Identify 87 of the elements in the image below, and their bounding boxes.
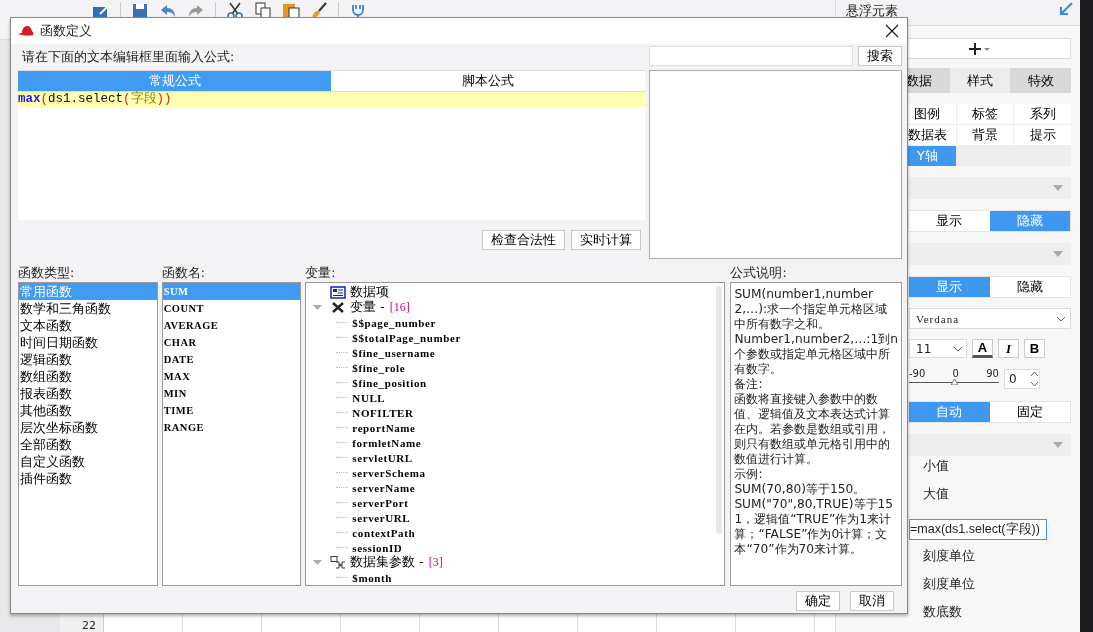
scrollbar[interactable] — [716, 286, 723, 534]
paste-icon[interactable] — [282, 2, 300, 20]
action-button[interactable]: 检查合法性 — [481, 230, 565, 250]
tick-label: 0 — [952, 368, 959, 379]
tree-item[interactable]: reportName — [352, 421, 416, 434]
caret-icon[interactable] — [1053, 442, 1063, 448]
panel-tab[interactable]: 样式 — [949, 68, 1011, 93]
tree-item[interactable]: $fine_username — [352, 346, 436, 359]
tree-item[interactable]: NULL — [352, 391, 386, 404]
prompt-text: 请在下面的文本编辑框里面输入公式: — [21, 48, 236, 66]
search-field[interactable] — [648, 46, 853, 66]
plug-icon[interactable] — [349, 2, 367, 20]
option-label: 小值 — [922, 457, 950, 475]
search-button[interactable]: 搜索 — [858, 46, 902, 66]
toggle-option[interactable]: 固定 — [989, 402, 1070, 422]
tree-item[interactable]: serverName — [352, 481, 416, 494]
dialog-title: 函数定义 — [40, 22, 93, 40]
sub-tab[interactable]: 背景 — [956, 125, 1014, 145]
hat-icon — [17, 24, 34, 38]
tree-item[interactable]: 数据项 — [350, 284, 390, 301]
font-dropdown[interactable]: Verdana — [909, 308, 1071, 329]
description-paragraph: 函数将直接键入参数中的数值、逻辑值及文本表达式计算在内。若参数是数组或引用，则只有数组或单元格引用中的数值进行计算。 — [734, 392, 892, 467]
caret-icon[interactable] — [1053, 185, 1063, 191]
chevron-icon — [953, 345, 963, 352]
tree-item[interactable]: $$page_number — [352, 316, 436, 329]
save-icon[interactable] — [131, 2, 149, 20]
formula-field[interactable]: =max(ds1.select(字段)) — [909, 519, 1047, 540]
tree-item[interactable]: formletName — [352, 436, 422, 449]
caret-icon[interactable] — [1053, 251, 1063, 257]
tree-item[interactable]: servletURL — [352, 451, 413, 464]
italic-button[interactable]: I — [998, 339, 1019, 358]
column-label: 公式说明: — [730, 264, 788, 282]
option-label: 数底数 — [922, 603, 963, 621]
bold-button[interactable]: B — [1024, 339, 1045, 358]
brush-icon[interactable] — [310, 2, 328, 20]
toggle-option[interactable]: 隐藏 — [989, 277, 1070, 297]
tree-item[interactable]: sessionID — [352, 541, 403, 554]
close-icon[interactable] — [885, 24, 899, 38]
parameter-icon — [330, 556, 347, 569]
item-count: [16] — [389, 300, 410, 315]
cut-icon[interactable] — [226, 2, 244, 20]
description-paragraph: SUM("70",80,TRUE)等于151，逻辑值“TRUE”作为1来计算；“FALSE”作为0计算；文本“70”作为70来计算。 — [734, 497, 895, 557]
tree-item[interactable]: contextPath — [352, 526, 416, 539]
tree-item[interactable]: 变量 - — [350, 299, 385, 316]
description-paragraph: 示例: — [734, 467, 764, 482]
spinner-icon[interactable] — [1030, 370, 1039, 388]
tree-item[interactable]: $month — [352, 571, 392, 584]
panel-title: 悬浮元素 — [846, 2, 898, 20]
tick-label: -90 — [909, 368, 926, 379]
arrow-icon[interactable] — [1059, 2, 1073, 16]
dialog-button[interactable]: 取消 — [850, 591, 894, 611]
sub-tab[interactable]: 标签 — [956, 104, 1014, 124]
option-label: 刻度单位 — [922, 547, 976, 565]
sub-tab[interactable]: 系列 — [1014, 104, 1071, 124]
column-label: 函数名: — [161, 264, 206, 282]
panel-tab[interactable]: 特效 — [1010, 68, 1071, 93]
formula-editor[interactable]: max(ds1.select(字段)) — [18, 91, 645, 220]
size-dropdown[interactable]: 11 — [909, 339, 967, 358]
card-icon — [330, 286, 347, 299]
option-label: 刻度单位 — [922, 575, 976, 593]
item-count: [3] — [428, 555, 443, 570]
dialog-button[interactable]: 确定 — [796, 591, 840, 611]
tree-item[interactable]: $$totalPage_number — [352, 331, 461, 344]
sub-tab[interactable]: 提示 — [1014, 125, 1071, 145]
tree-item[interactable]: $fine_role — [352, 361, 406, 374]
tree-item[interactable]: 数据集参数 - — [350, 554, 424, 571]
tree-item[interactable]: serverPort — [352, 496, 409, 509]
option-label: 大值 — [922, 485, 950, 503]
tree-item[interactable]: $fine_position — [352, 376, 427, 389]
description-paragraph: 备注: — [734, 377, 764, 392]
tree-item[interactable]: NOFILTER — [352, 406, 414, 419]
toggle-option[interactable]: 显示 — [909, 211, 990, 231]
font-color-button[interactable]: A — [972, 339, 993, 358]
slider-thumb[interactable] — [951, 379, 958, 385]
description-paragraph: Number1,number2,…:1到n个参数或指定单元格区域中所有数字。 — [734, 332, 898, 377]
angle-field[interactable]: 0 — [1004, 369, 1040, 389]
description-paragraph: SUM(70,80)等于150。 — [734, 482, 867, 497]
row-number: 22 — [78, 614, 104, 632]
column-label: 变量: — [305, 264, 337, 282]
description-paragraph: SUM(number1,number2,…):求一个指定单元格区域中所有数字之和。 — [734, 287, 889, 332]
tree-item[interactable]: serverSchema — [352, 466, 426, 479]
chevron-icon — [1056, 315, 1066, 322]
action-button[interactable]: 实时计算 — [570, 230, 641, 250]
plus-icon — [969, 42, 991, 55]
tree-item[interactable]: serverURL — [352, 511, 411, 524]
column-label: 函数类型: — [18, 264, 76, 282]
tick-label: 90 — [986, 368, 999, 379]
